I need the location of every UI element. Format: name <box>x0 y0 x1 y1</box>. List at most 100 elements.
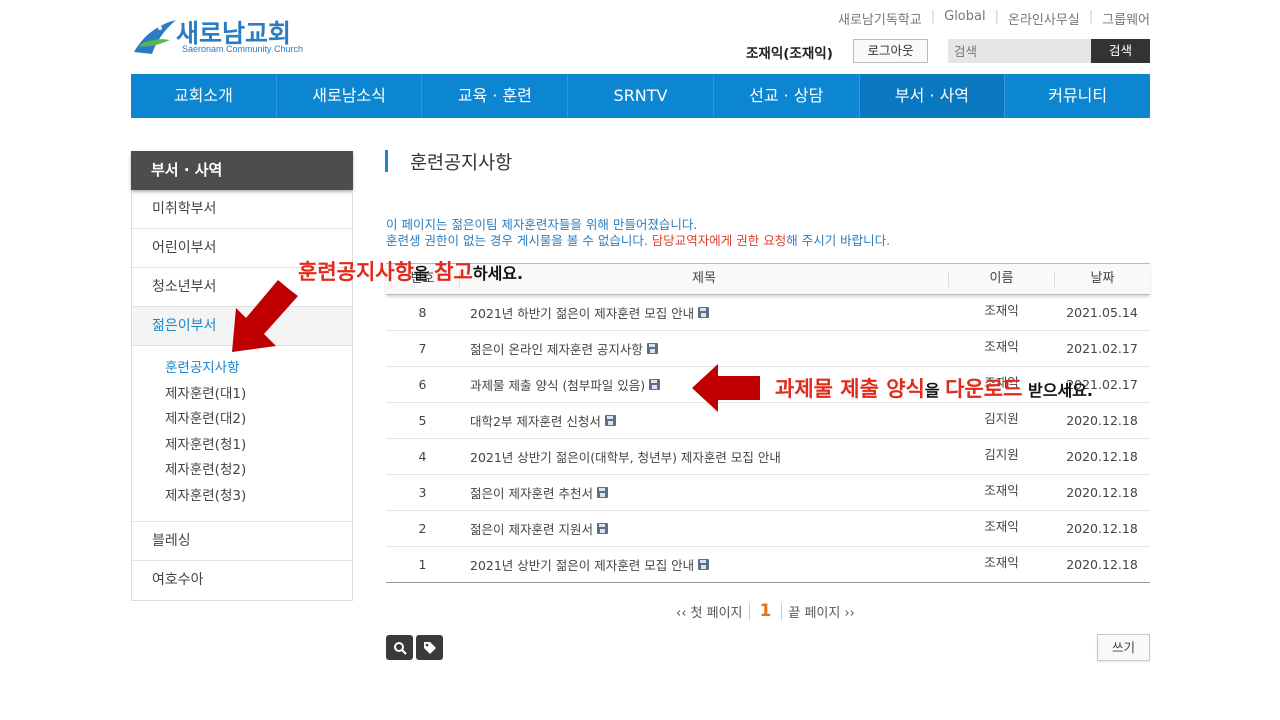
main-navigation: 교회소개 새로남소식 교육 · 훈련 SRNTV 선교 · 상담 부서 · 사역… <box>131 74 1150 118</box>
row-title[interactable]: 2021년 상반기 젊은이(대학부, 청년부) 제자훈련 모집 안내 <box>470 447 781 466</box>
row-number: 3 <box>418 485 427 500</box>
attachment-disk-icon <box>649 379 661 390</box>
row-date: 2021.02.17 <box>1066 341 1138 356</box>
tag-tool-button[interactable] <box>416 635 443 660</box>
nav-item-community[interactable]: 커뮤니티 <box>1005 74 1150 118</box>
nav-item-ministry[interactable]: 부서 · 사역 <box>859 74 1006 118</box>
row-title[interactable]: 2021년 하반기 젊은이 제자훈련 모집 안내 <box>470 303 694 322</box>
sidebar-item-joshua[interactable]: 여호수아 <box>132 561 352 600</box>
row-title-link[interactable]: 2021년 상반기 젊은이 제자훈련 모집 안내 <box>459 555 949 574</box>
table-row[interactable]: 4 2021년 상반기 젊은이(대학부, 청년부) 제자훈련 모집 안내 김지원 20… <box>386 439 1150 475</box>
row-author: 조재익 <box>984 483 1019 498</box>
tag-icon <box>423 641 436 654</box>
row-title-link[interactable]: 2021년 상반기 젊은이(대학부, 청년부) 제자훈련 모집 안내 <box>459 447 949 466</box>
search-button[interactable]: 검색 <box>1091 39 1150 63</box>
sidebar-sub-training-y3[interactable]: 제자훈련(청3) <box>165 484 352 510</box>
row-date: 2020.12.18 <box>1066 557 1138 572</box>
table-row[interactable]: 5 대학2부 제자훈련 신청서 김지원 2020.12.18 <box>386 403 1150 439</box>
annotation-text: 을 <box>924 381 946 400</box>
attachment-disk-icon <box>604 415 616 426</box>
current-page[interactable]: 1 <box>748 603 783 620</box>
red-arrow-icon <box>692 364 760 412</box>
row-title-link[interactable]: 젊은이 제자훈련 지원서 <box>459 519 949 538</box>
row-author: 조재익 <box>984 339 1019 354</box>
row-date: 2020.12.18 <box>1066 449 1138 464</box>
sidebar-sub-training-notice[interactable]: 훈련공지사항 <box>165 356 352 382</box>
nav-item-news[interactable]: 새로남소식 <box>277 74 423 118</box>
annotation-highlight: 다운로드 <box>945 377 1023 401</box>
row-title[interactable]: 2021년 상반기 젊은이 제자훈련 모집 안내 <box>470 555 694 574</box>
annotation-text: 을 <box>413 264 435 283</box>
sidebar-title: 부서 · 사역 <box>131 151 353 190</box>
row-date: 2020.12.18 <box>1066 413 1138 428</box>
util-link-office[interactable]: 온라인사무실 <box>999 9 1089 28</box>
sidebar-item-blessing[interactable]: 블레싱 <box>132 522 352 561</box>
sidebar-sub-training-y1[interactable]: 제자훈련(청1) <box>165 433 352 459</box>
attachment-disk-icon <box>596 487 608 498</box>
table-row[interactable]: 8 2021년 하반기 젊은이 제자훈련 모집 안내 조재익 2021.05.14 <box>386 295 1150 331</box>
sidebar-sub-training-u2[interactable]: 제자훈련(대2) <box>165 407 352 433</box>
last-page-link[interactable]: 끝 페이지 ›› <box>788 602 855 621</box>
row-title-link[interactable]: 젊은이 온라인 제자훈련 공지사항 <box>459 339 949 358</box>
header-title: 제목 <box>459 271 949 287</box>
annotation-notice: 훈련공지사항을 참고하세요. <box>298 256 523 286</box>
nav-item-srntv[interactable]: SRNTV <box>568 74 714 118</box>
util-link-school[interactable]: 새로남기독학교 <box>829 9 931 28</box>
red-arrow-icon <box>232 280 298 352</box>
sidebar-sub-training-u1[interactable]: 제자훈련(대1) <box>165 382 352 408</box>
sidebar: 부서 · 사역 미취학부서 어린이부서 청소년부서 젊은이부서 훈련공지사항 제… <box>131 151 353 601</box>
util-link-groupware[interactable]: 그룹웨어 <box>1093 9 1150 28</box>
nav-item-about[interactable]: 교회소개 <box>131 74 277 118</box>
notice-line-1: 이 페이지는 젊은이팀 제자훈련자들을 위해 만들어졌습니다. <box>386 217 698 232</box>
annotation-text: 받으세요. <box>1022 381 1093 400</box>
table-row[interactable]: 3 젊은이 제자훈련 추천서 조재익 2020.12.18 <box>386 475 1150 511</box>
sidebar-sub-training-y2[interactable]: 제자훈련(청2) <box>165 458 352 484</box>
table-row[interactable]: 1 2021년 상반기 젊은이 제자훈련 모집 안내 조재익 2020.12.18 <box>386 547 1150 583</box>
church-logo[interactable]: 새로남교회 Saeronam Community Church <box>130 12 330 60</box>
notice-line-2: 훈련생 권한이 없는 경우 게시물을 볼 수 없습니다. 담당교역자에게 권한 … <box>386 233 890 249</box>
user-name: 조재익(조재익) <box>746 46 833 62</box>
row-author: 조재익 <box>984 303 1019 318</box>
search-input[interactable] <box>948 39 1092 63</box>
row-title[interactable]: 과제물 제출 양식 (첨부파일 있음) <box>470 375 645 394</box>
sidebar-item-preschool[interactable]: 미취학부서 <box>132 190 352 229</box>
table-body: 8 2021년 하반기 젊은이 제자훈련 모집 안내 조재익 2021.05.14 7 젊… <box>386 295 1150 583</box>
row-author: 김지원 <box>984 411 1019 426</box>
annotation-highlight: 훈련공지사항 <box>298 260 414 284</box>
pagination: ‹‹ 첫 페이지 1 끝 페이지 ›› <box>676 602 855 622</box>
table-row[interactable]: 7 젊은이 온라인 제자훈련 공지사항 조재익 2021.02.17 <box>386 331 1150 367</box>
first-page-link[interactable]: ‹‹ 첫 페이지 <box>676 602 743 621</box>
nav-item-mission[interactable]: 선교 · 상담 <box>714 74 860 118</box>
row-title-link[interactable]: 2021년 하반기 젊은이 제자훈련 모집 안내 <box>459 303 949 322</box>
logout-button[interactable]: 로그아웃 <box>853 39 928 63</box>
row-number: 1 <box>418 557 427 572</box>
row-title[interactable]: 젊은이 제자훈련 지원서 <box>470 519 593 538</box>
attachment-disk-icon <box>596 523 608 534</box>
notice-line-2-text: 훈련생 권한이 없는 경우 게시물을 볼 수 없습니다. <box>386 233 652 248</box>
search-tool-button[interactable] <box>386 635 413 660</box>
notice-highlight: 담당교역자에게 권한 요청 <box>651 233 787 248</box>
util-link-global[interactable]: Global <box>935 9 994 28</box>
annotation-text: 하세요. <box>472 264 524 283</box>
row-title[interactable]: 젊은이 제자훈련 추천서 <box>470 483 593 502</box>
row-number: 4 <box>418 449 427 464</box>
table-row[interactable]: 2 젊은이 제자훈련 지원서 조재익 2020.12.18 <box>386 511 1150 547</box>
notice-line-2-tail: 해 주시기 바랍니다. <box>786 233 891 248</box>
header-date: 날짜 <box>1054 271 1150 287</box>
row-title[interactable]: 젊은이 온라인 제자훈련 공지사항 <box>470 339 643 358</box>
utility-links: 새로남기독학교 | Global | 온라인사무실 | 그룹웨어 <box>829 9 1150 28</box>
row-date: 2021.05.14 <box>1066 305 1138 320</box>
board-table: 번호 제목 이름 날짜 8 2021년 하반기 젊은이 제자훈련 모집 안내 조재익… <box>386 263 1150 583</box>
row-title[interactable]: 대학2부 제자훈련 신청서 <box>470 411 601 430</box>
row-author: 김지원 <box>984 447 1019 462</box>
page-title: 훈련공지사항 <box>410 153 513 174</box>
row-title-link[interactable]: 젊은이 제자훈련 추천서 <box>459 483 949 502</box>
notice-text: 이 페이지는 젊은이팀 제자훈련자들을 위해 만들어졌습니다. 훈련생 권한이 … <box>386 217 890 249</box>
nav-item-education[interactable]: 교육 · 훈련 <box>422 74 569 118</box>
row-number: 2 <box>418 521 427 536</box>
row-author: 조재익 <box>984 555 1019 570</box>
row-date: 2020.12.18 <box>1066 521 1138 536</box>
row-date: 2020.12.18 <box>1066 485 1138 500</box>
write-button[interactable]: 쓰기 <box>1097 634 1150 661</box>
row-title-link[interactable]: 대학2부 제자훈련 신청서 <box>459 411 949 430</box>
